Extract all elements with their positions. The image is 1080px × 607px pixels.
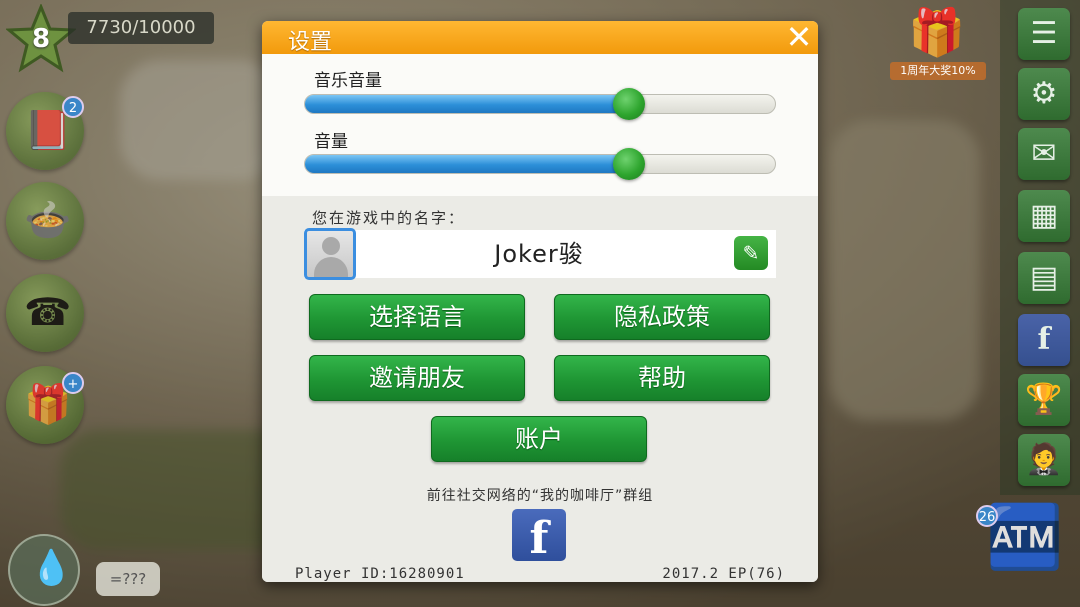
- menu-list-icon[interactable]: ☰: [1018, 8, 1070, 60]
- settings-dialog: 设置 ✕ 音乐音量 音量 您在游戏中的名字： Joker骏 ✎ 选择语言 隐私政…: [262, 21, 818, 582]
- social-network-text: 前往社交网络的“我的咖啡厅”群组: [426, 488, 654, 504]
- anniversary-gift[interactable]: 🎁 1周年大奖10%: [890, 2, 986, 80]
- close-icon[interactable]: ✕: [784, 21, 814, 53]
- pot-icon: 🍲: [24, 198, 72, 242]
- invite-friends-button[interactable]: 邀请朋友: [309, 355, 525, 401]
- music-volume-slider[interactable]: [304, 88, 776, 120]
- facebook-sidebar-icon[interactable]: f: [1018, 314, 1070, 366]
- audio-panel: 音乐音量 音量: [262, 54, 818, 196]
- book-badge: 2: [62, 96, 84, 118]
- trophy-icon[interactable]: 🏆: [1018, 374, 1070, 426]
- sound-volume-fill: [305, 155, 630, 173]
- sound-volume-knob[interactable]: [613, 148, 646, 180]
- help-button[interactable]: 帮助: [554, 355, 770, 401]
- privacy-policy-button[interactable]: 隐私政策: [554, 294, 770, 340]
- mail-icon[interactable]: ✉: [1018, 128, 1070, 180]
- notes-icon[interactable]: ▤: [1018, 252, 1070, 304]
- level-star-icon[interactable]: 8: [5, 3, 77, 74]
- dialog-header: 设置 ✕: [262, 21, 818, 55]
- sound-volume-slider[interactable]: [304, 148, 776, 180]
- account-button[interactable]: 账户: [431, 416, 647, 462]
- select-language-button[interactable]: 选择语言: [309, 294, 525, 340]
- pot-button[interactable]: 🍲: [6, 182, 84, 260]
- name-row: Joker骏 ✎: [304, 228, 776, 280]
- register-badge: 26: [976, 505, 998, 527]
- edit-name-icon[interactable]: ✎: [734, 236, 768, 270]
- drop-button[interactable]: 💧: [8, 534, 80, 606]
- sound-volume-label: 音量: [314, 132, 348, 152]
- gift-box-icon: 🎁: [908, 5, 966, 59]
- phone-icon: ☎: [24, 290, 72, 334]
- dialog-title: 设置: [288, 30, 333, 55]
- level-number: 8: [31, 24, 51, 54]
- phone-button[interactable]: ☎: [6, 274, 84, 352]
- version-label: 2017.2 EP(76): [662, 566, 785, 582]
- gear-icon[interactable]: ⚙: [1018, 68, 1070, 120]
- avatar-head: [322, 237, 340, 255]
- music-volume-knob[interactable]: [613, 88, 646, 120]
- avatar-body: [314, 257, 348, 277]
- drop-icon: 💧: [30, 548, 73, 588]
- name-label: 您在游戏中的名字：: [312, 209, 466, 227]
- chat-bubble[interactable]: =???: [96, 562, 160, 596]
- waiter-icon[interactable]: 🤵: [1018, 434, 1070, 486]
- calendar-icon[interactable]: ▦: [1018, 190, 1070, 242]
- anniversary-gift-label: 1周年大奖10%: [890, 62, 986, 80]
- player-name: Joker骏: [494, 240, 584, 268]
- music-volume-label: 音乐音量: [314, 71, 382, 91]
- gift-plus-badge: +: [62, 372, 84, 394]
- music-volume-fill: [305, 95, 630, 113]
- player-id: Player ID:16280901: [295, 566, 465, 582]
- xp-counter: 7730/10000: [68, 12, 214, 44]
- avatar[interactable]: [304, 228, 356, 280]
- facebook-icon[interactable]: f: [512, 509, 566, 561]
- right-sidebar: ☰ ⚙ ✉ ▦ ▤ f 🏆 🤵: [1000, 0, 1080, 495]
